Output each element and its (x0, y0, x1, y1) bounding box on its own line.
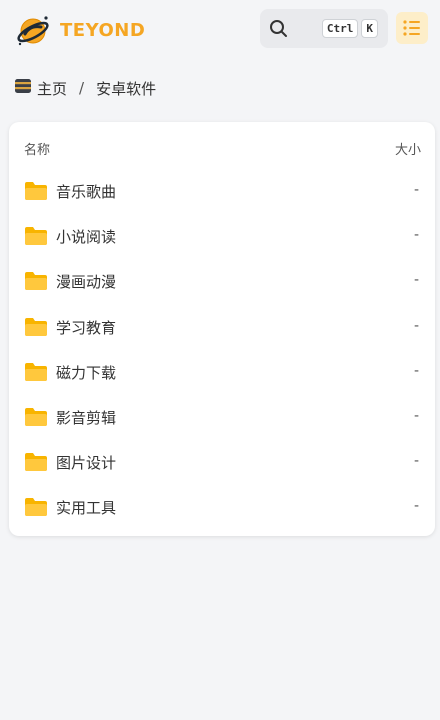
site-logo[interactable]: TEYOND (16, 12, 145, 48)
folder-size: - (413, 182, 419, 198)
folder-name: 磁力下载 (56, 363, 117, 382)
planet-logo-icon (16, 13, 52, 47)
folder-icon (24, 226, 48, 250)
folder-row[interactable]: 学习教育 - (9, 305, 435, 350)
menu-button[interactable] (396, 12, 428, 44)
search-button[interactable]: Ctrl K (260, 9, 388, 48)
breadcrumb-home[interactable]: 主页 (37, 78, 67, 99)
folder-size: - (413, 407, 419, 424)
folder-size: - (413, 317, 419, 334)
folder-icon (24, 362, 48, 386)
folder-size: - (413, 272, 419, 289)
folder-row[interactable]: 图片设计 - (9, 440, 435, 485)
folder-row[interactable]: 音乐歌曲 - (9, 169, 435, 214)
column-header-name[interactable]: 名称 (24, 139, 50, 158)
folder-icon (24, 271, 48, 295)
breadcrumb: 主页 / 安卓软件 (14, 76, 156, 100)
folder-name: 小说阅读 (56, 228, 117, 247)
folder-name: 影音剪辑 (56, 408, 117, 427)
folder-name: 图片设计 (56, 454, 117, 473)
home-box-icon (14, 77, 32, 99)
list-menu-icon (402, 19, 422, 37)
folder-name: 学习教育 (56, 318, 117, 337)
folder-icon (24, 181, 48, 205)
folder-icon (24, 452, 48, 476)
breadcrumb-separator: / (79, 79, 85, 97)
folder-size: - (413, 362, 419, 379)
breadcrumb-current: 安卓软件 (96, 79, 157, 98)
folder-icon (24, 407, 48, 431)
folder-row[interactable]: 磁力下载 - (9, 350, 435, 395)
folder-name: 漫画动漫 (56, 273, 117, 292)
file-list-card: 名称 大小 音乐歌曲 - 小说阅读 - 漫画动漫 - 学习教育 - 磁力下载 - (9, 122, 435, 536)
file-list: 音乐歌曲 - 小说阅读 - 漫画动漫 - 学习教育 - 磁力下载 - 影音剪辑 … (9, 169, 435, 531)
folder-row[interactable]: 小说阅读 - (9, 214, 435, 259)
folder-icon (24, 317, 48, 341)
column-header-size[interactable]: 大小 (395, 139, 421, 158)
folder-size: - (413, 498, 419, 515)
folder-icon (24, 497, 48, 521)
list-header: 名称 大小 (9, 122, 435, 172)
folder-row[interactable]: 影音剪辑 - (9, 395, 435, 440)
folder-size: - (413, 227, 419, 244)
folder-row[interactable]: 实用工具 - (9, 485, 435, 530)
search-icon (269, 19, 289, 39)
folder-size: - (413, 453, 419, 470)
shortcut-key-k: K (361, 19, 378, 38)
folder-name: 音乐歌曲 (56, 183, 117, 201)
folder-name: 实用工具 (56, 499, 117, 518)
top-bar: TEYOND Ctrl K (0, 0, 440, 60)
search-shortcut: Ctrl K (321, 19, 378, 38)
folder-row[interactable]: 漫画动漫 - (9, 259, 435, 304)
logo-text: TEYOND (60, 19, 146, 41)
shortcut-key-ctrl: Ctrl (321, 19, 359, 38)
